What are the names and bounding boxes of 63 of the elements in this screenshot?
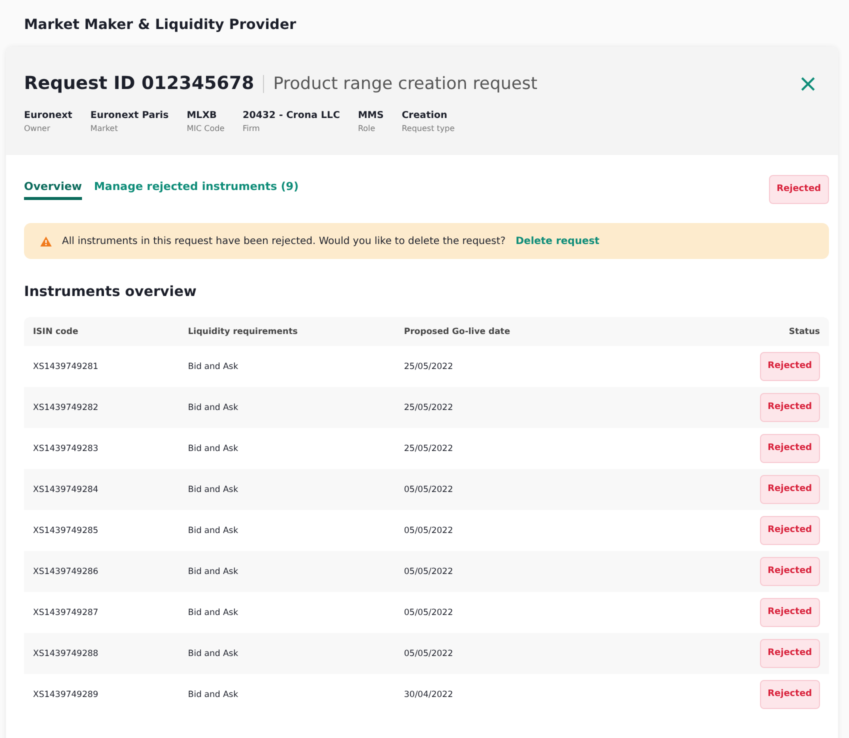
page-title: Market Maker & Liquidity Provider [23, 16, 298, 35]
table-cell-text: Bid and Ask [188, 690, 240, 700]
table-cell-text: Bid and Ask [188, 648, 240, 658]
status-badge: Rejected [760, 393, 820, 422]
meta-label: Owner [24, 124, 52, 133]
table-cell-text: XS1439749281 [33, 362, 100, 372]
status-badge: Rejected [760, 557, 820, 586]
table-cell-text: Bid and Ask [188, 608, 240, 618]
meta-label: MIC Code [186, 124, 225, 133]
table-cell-text: Bid and Ask [188, 526, 240, 536]
table-cell-text: XS1439749283 [33, 444, 100, 454]
table-cell-text: Bid and Ask [188, 444, 240, 454]
meta-value: 20432 - Crona LLC [242, 110, 340, 121]
meta-label: Role [358, 124, 376, 133]
table-cell-text: 05/05/2022 [404, 566, 454, 576]
status-badge: Rejected [760, 434, 820, 463]
column-header: Liquidity requirements [188, 326, 299, 336]
table-cell-text: 25/05/2022 [404, 444, 454, 454]
section-title: Instruments overview [24, 284, 198, 300]
meta-value: Euronext Paris [90, 110, 169, 121]
status-badge: Rejected [760, 639, 820, 668]
meta-value: MMS [358, 110, 384, 121]
close-icon[interactable] [800, 76, 816, 92]
tab[interactable]: Manage rejected instruments (9) [94, 180, 299, 200]
meta-label: Market [90, 124, 119, 133]
table-cell-text: 30/04/2022 [404, 690, 454, 700]
meta-label: Request type [402, 124, 455, 133]
table-cell-text: Bid and Ask [188, 484, 240, 494]
status-badge: Rejected [760, 680, 820, 709]
table-cell-text: XS1439749282 [33, 402, 100, 412]
status-badge: Rejected [760, 475, 820, 504]
table-cell-text: 05/05/2022 [404, 484, 454, 494]
column-header: Status [788, 326, 820, 336]
table-cell-text: Bid and Ask [188, 362, 240, 372]
meta-value: Creation [402, 110, 448, 121]
request-subtitle: Product range creation request [273, 74, 538, 94]
table-cell-text: 25/05/2022 [404, 362, 454, 372]
status-badge: Rejected [760, 516, 820, 545]
table-cell-text: 25/05/2022 [404, 402, 454, 412]
column-header: ISIN code [33, 326, 80, 336]
table-cell-text: XS1439749285 [33, 526, 100, 536]
table-cell-text: 05/05/2022 [404, 608, 454, 618]
meta-label: Firm [242, 124, 261, 133]
table-cell-text: XS1439749286 [33, 566, 100, 576]
table-cell-text: XS1439749284 [33, 484, 100, 494]
warning-icon [40, 236, 52, 246]
meta-value: MLXB [186, 110, 218, 121]
alert-message: All instruments in this request have been rejected. Would you like to delete the request? [62, 236, 506, 246]
meta-value: Euronext [24, 110, 72, 121]
table-cell-text: XS1439749288 [33, 648, 100, 658]
request-id: Request ID 012345678 [24, 73, 254, 94]
table-cell-text: 05/05/2022 [404, 648, 454, 658]
table-cell-text: Bid and Ask [188, 566, 240, 576]
table-cell-text: XS1439749289 [33, 690, 100, 700]
tab[interactable]: Overview [24, 180, 82, 200]
table-cell-text: XS1439749287 [33, 608, 100, 618]
column-header: Proposed Go-live date [404, 326, 512, 336]
table-cell-text: 05/05/2022 [404, 526, 454, 536]
delete-request-link[interactable]: Delete request [516, 236, 600, 246]
status-badge: Rejected [768, 175, 829, 204]
table-cell-text: Bid and Ask [188, 402, 240, 412]
status-badge: Rejected [760, 598, 820, 627]
status-badge: Rejected [760, 352, 820, 381]
